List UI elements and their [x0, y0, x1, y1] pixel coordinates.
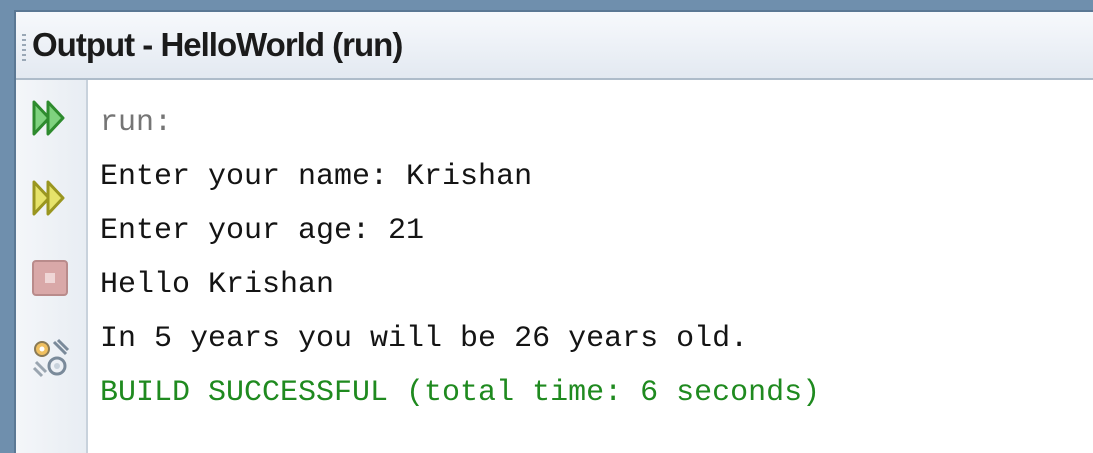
settings-icon: [32, 338, 70, 378]
console-line: Hello Krishan: [100, 268, 335, 302]
output-console[interactable]: run: Enter your name: Krishan Enter your…: [88, 80, 1093, 453]
console-line: In 5 years you will be 26 years old.: [100, 322, 749, 356]
console-line: Enter your name: Krishan: [100, 160, 533, 194]
output-toolbar: [16, 80, 88, 453]
build-status-line: BUILD SUCCESSFUL (total time: 6 seconds): [100, 376, 821, 410]
rerun-button[interactable]: [30, 98, 70, 138]
output-window: Output - HelloWorld (run) run: Enter you…: [14, 10, 1093, 453]
drag-grip-icon[interactable]: [22, 34, 26, 62]
settings-button[interactable]: [30, 338, 70, 378]
stop-button[interactable]: [30, 258, 70, 298]
rerun-icon: [32, 100, 65, 136]
rerun-with-args-icon: [32, 180, 65, 216]
output-title-bar[interactable]: Output - HelloWorld (run): [16, 12, 1093, 80]
rerun-with-args-button[interactable]: [30, 178, 70, 218]
console-line: Enter your age: 21: [100, 214, 425, 248]
stop-icon: [32, 260, 68, 296]
console-line: run:: [100, 106, 173, 140]
window-title: Output - HelloWorld (run): [32, 26, 403, 63]
